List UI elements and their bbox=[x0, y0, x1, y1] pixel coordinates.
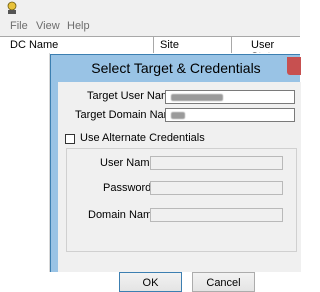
column-divider[interactable] bbox=[153, 37, 154, 53]
target-user-field[interactable] bbox=[165, 90, 295, 104]
cancel-button[interactable]: Cancel bbox=[192, 272, 255, 292]
app-icon bbox=[7, 1, 17, 14]
password-field[interactable] bbox=[150, 181, 283, 195]
ok-button[interactable]: OK bbox=[119, 272, 182, 292]
password-label: Password: bbox=[103, 182, 155, 194]
column-header-site[interactable]: Site bbox=[160, 39, 179, 51]
app-title-bar bbox=[0, 0, 300, 18]
dialog-client-area: Target User Name: Target Domain Name: Us… bbox=[58, 82, 301, 292]
target-domain-field[interactable] bbox=[165, 108, 295, 122]
close-button[interactable] bbox=[287, 57, 301, 75]
credentials-dialog: Select Target & Credentials Target User … bbox=[50, 54, 301, 292]
user-name-field[interactable] bbox=[150, 156, 283, 170]
domain-name-field[interactable] bbox=[150, 208, 283, 222]
list-header: DC Name Site User State bbox=[0, 36, 300, 63]
column-header-dc-name[interactable]: DC Name bbox=[10, 39, 58, 51]
dialog-title-bar[interactable]: Select Target & Credentials bbox=[51, 55, 301, 82]
column-divider[interactable] bbox=[231, 37, 232, 53]
menu-help[interactable]: Help bbox=[67, 20, 90, 32]
use-alternate-credentials-checkbox[interactable] bbox=[65, 134, 75, 144]
redacted-value bbox=[171, 94, 223, 101]
use-alternate-credentials-label[interactable]: Use Alternate Credentials bbox=[80, 132, 205, 144]
menu-file[interactable]: File bbox=[10, 20, 28, 32]
menu-view[interactable]: View bbox=[36, 20, 60, 32]
menu-bar: File View Help bbox=[0, 18, 300, 36]
redacted-value bbox=[171, 112, 185, 119]
dialog-title: Select Target & Credentials bbox=[91, 60, 261, 76]
